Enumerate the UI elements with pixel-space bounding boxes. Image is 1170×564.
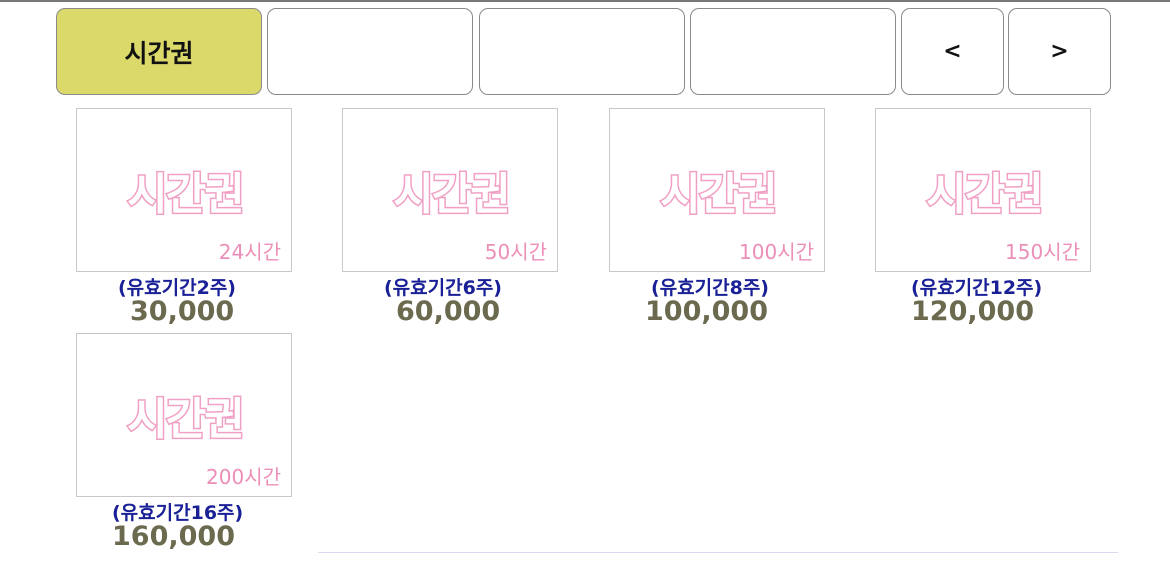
tab-empty-2[interactable] xyxy=(479,8,685,95)
thumbnail-title: 시간권 xyxy=(659,168,779,222)
prev-page-button[interactable]: < xyxy=(901,8,1004,95)
tab-empty-3[interactable] xyxy=(690,8,896,95)
thumbnail-title: 시간권 xyxy=(925,168,1045,222)
thumbnail-hours: 200시간 xyxy=(206,465,281,489)
thumbnail-hours: 24시간 xyxy=(218,240,281,264)
product-thumbnail[interactable]: 시간권 100시간 xyxy=(609,108,825,272)
product-price: 160,000 xyxy=(112,521,235,552)
product-thumbnail[interactable]: 시간권 150시간 xyxy=(875,108,1091,272)
thumbnail-title: 시간권 xyxy=(392,168,512,222)
tab-empty-1[interactable] xyxy=(267,8,473,95)
thumbnail-hours: 100시간 xyxy=(739,240,814,264)
product-price: 120,000 xyxy=(911,296,1034,327)
bottom-divider xyxy=(318,552,1118,553)
product-price: 60,000 xyxy=(396,296,501,327)
top-border xyxy=(0,0,1170,2)
thumbnail-hours: 150시간 xyxy=(1005,240,1080,264)
thumbnail-title: 시간권 xyxy=(126,393,246,447)
thumbnail-title: 시간권 xyxy=(126,168,246,222)
product-thumbnail[interactable]: 시간권 50시간 xyxy=(342,108,558,272)
tab-time-pass[interactable]: 시간권 xyxy=(56,8,262,95)
product-thumbnail[interactable]: 시간권 24시간 xyxy=(76,108,292,272)
thumbnail-hours: 50시간 xyxy=(484,240,547,264)
product-thumbnail[interactable]: 시간권 200시간 xyxy=(76,333,292,497)
next-page-button[interactable]: > xyxy=(1008,8,1111,95)
product-price: 100,000 xyxy=(645,296,768,327)
product-price: 30,000 xyxy=(130,296,235,327)
